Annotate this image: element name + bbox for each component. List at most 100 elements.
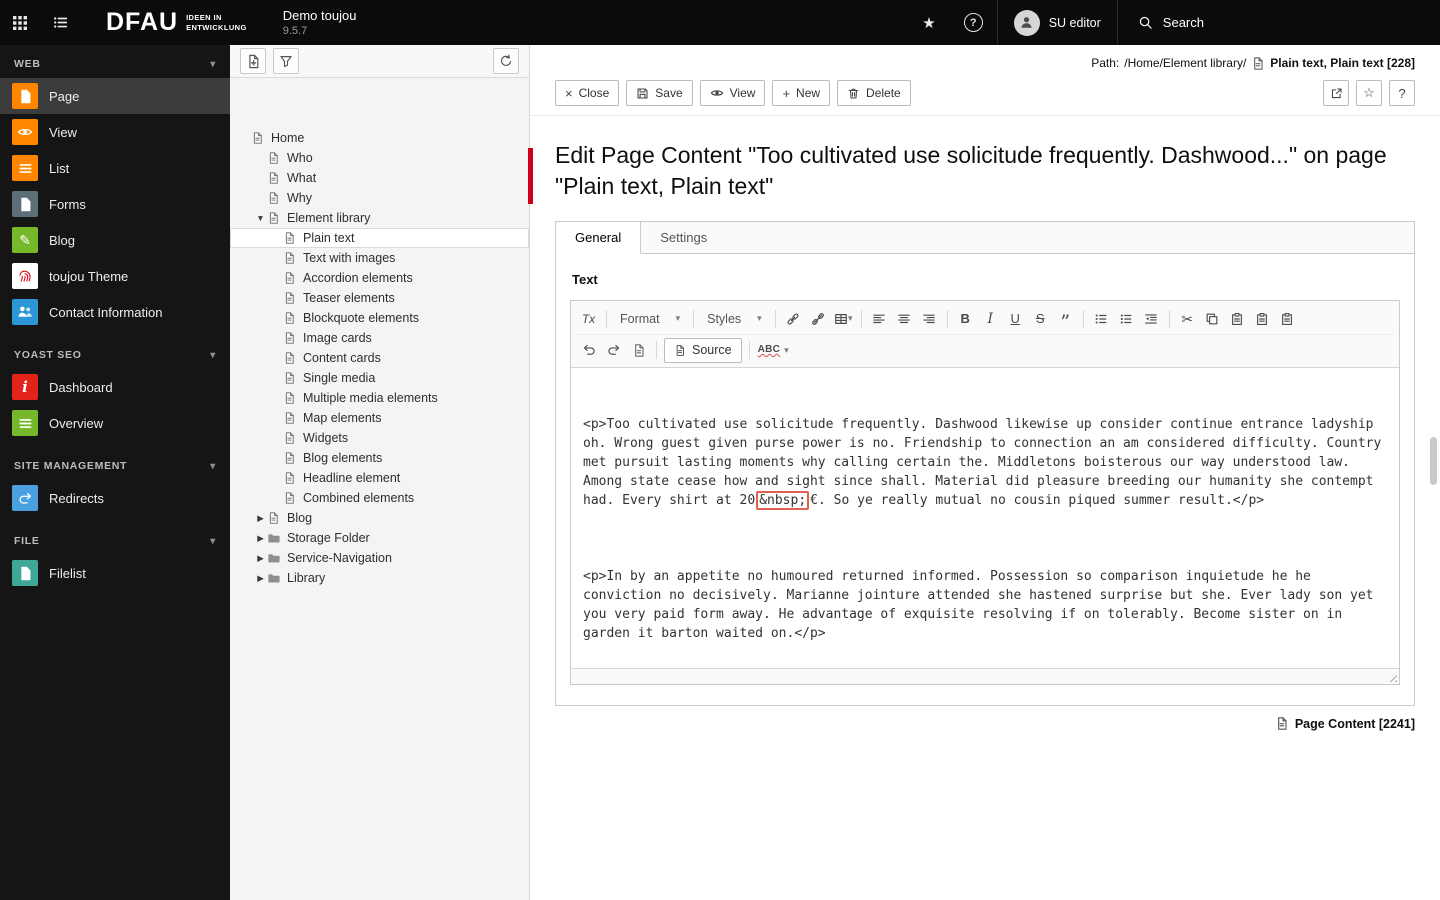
sidebar-item-page[interactable]: Page (0, 78, 230, 114)
copy-button[interactable] (1200, 307, 1225, 331)
sidebar-item-contact-information[interactable]: Contact Information (0, 294, 230, 330)
paste-button[interactable] (1225, 307, 1250, 331)
scrollbar-thumb[interactable] (1430, 437, 1437, 485)
page-icon (283, 471, 300, 485)
section-web[interactable]: WEB ▾ (0, 45, 230, 78)
tree-node-what[interactable]: What (230, 168, 529, 188)
yoast-dashboard-icon: i (12, 374, 38, 400)
save-button[interactable]: Save (626, 80, 693, 106)
tree-node-library[interactable]: ▶ Library (230, 568, 529, 588)
tree-node-image-cards[interactable]: Image cards (230, 328, 529, 348)
sidebar-item-list[interactable]: List (0, 150, 230, 186)
tab-settings[interactable]: Settings (641, 222, 726, 253)
sidebar-item-view[interactable]: View (0, 114, 230, 150)
new-page-button[interactable] (240, 48, 266, 74)
logo-claim: IDEEN IN ENTWICKLUNG (186, 12, 247, 32)
paste-as-text-button[interactable] (1250, 307, 1275, 331)
sidebar-item-redirects[interactable]: Redirects (0, 480, 230, 516)
tree-node-element-library[interactable]: ▼ Element library (230, 208, 529, 228)
cut-button[interactable]: ✂ (1175, 307, 1200, 331)
source-paragraph-1: <p>Too cultivated use solicitude frequen… (583, 417, 1390, 511)
redo-button[interactable] (601, 338, 626, 362)
remove-format-button[interactable]: Tx (576, 307, 601, 331)
bookmark-button[interactable]: ☆ (1356, 80, 1382, 106)
bookmark-star-icon[interactable]: ★ (908, 14, 949, 32)
select-all-button[interactable] (626, 338, 651, 362)
tab-general[interactable]: General (556, 222, 642, 255)
sidebar-item-toujou-theme[interactable]: toujou Theme (0, 258, 230, 294)
expand-icon[interactable]: ▶ (254, 574, 267, 583)
view-button[interactable]: View (699, 80, 766, 106)
tree-node-map-elements[interactable]: Map elements (230, 408, 529, 428)
align-left-button[interactable] (867, 307, 892, 331)
tree-node-text-with-images[interactable]: Text with images (230, 248, 529, 268)
rte-source-view[interactable]: <p>Too cultivated use solicitude frequen… (571, 368, 1399, 668)
global-search[interactable]: Search (1118, 0, 1224, 45)
help-icon[interactable]: ? (963, 13, 983, 32)
tree-node-who[interactable]: Who (230, 148, 529, 168)
open-in-new-window-button[interactable] (1323, 80, 1349, 106)
bold-button[interactable]: B (953, 307, 978, 331)
spellcheck-button[interactable]: ABC ▾ (755, 338, 792, 362)
resize-handle[interactable] (1386, 671, 1397, 683)
tree-node-single-media[interactable]: Single media (230, 368, 529, 388)
underline-button[interactable]: U (1003, 307, 1028, 331)
sidebar-item-overview[interactable]: Overview (0, 405, 230, 441)
tree-node-accordion-elements[interactable]: Accordion elements (230, 268, 529, 288)
tree-node-service-navigation[interactable]: ▶ Service-Navigation (230, 548, 529, 568)
collapse-icon[interactable]: ▼ (254, 214, 267, 223)
expand-icon[interactable]: ▶ (254, 514, 267, 523)
tree-node-content-cards[interactable]: Content cards (230, 348, 529, 368)
link-button[interactable] (781, 307, 806, 331)
blockquote-button[interactable]: ” (1053, 307, 1078, 332)
tree-node-plain-text[interactable]: Plain text (230, 228, 529, 248)
unlink-button[interactable] (806, 307, 831, 331)
chevron-down-icon: ▾ (210, 535, 216, 547)
tree-node-widgets[interactable]: Widgets (230, 428, 529, 448)
modules-grid-icon[interactable] (0, 0, 40, 45)
numbered-list-button[interactable] (1089, 307, 1114, 331)
table-button[interactable]: ▾ (831, 307, 856, 331)
section-yoast-seo[interactable]: YOAST SEO ▾ (0, 336, 230, 369)
close-button[interactable]: × Close (555, 80, 620, 106)
section-file[interactable]: FILE ▾ (0, 522, 230, 555)
paste-from-word-button[interactable] (1275, 307, 1300, 331)
styles-dropdown[interactable]: Styles ▾ (699, 307, 770, 331)
sidebar-item-forms[interactable]: Forms (0, 186, 230, 222)
outdent-button[interactable] (1139, 307, 1164, 331)
user-menu[interactable]: SU editor (998, 0, 1117, 45)
refresh-icon[interactable] (493, 48, 519, 74)
tree-node-teaser-elements[interactable]: Teaser elements (230, 288, 529, 308)
tree-node-storage-folder[interactable]: ▶ Storage Folder (230, 528, 529, 548)
section-site-management[interactable]: SITE MANAGEMENT ▾ (0, 447, 230, 480)
expand-icon[interactable]: ▶ (254, 534, 267, 543)
toolbar-list-icon[interactable] (40, 0, 80, 45)
tree-node-blog-elements[interactable]: Blog elements (230, 448, 529, 468)
tree-node-blockquote-elements[interactable]: Blockquote elements (230, 308, 529, 328)
align-right-button[interactable] (917, 307, 942, 331)
delete-button[interactable]: Delete (837, 80, 911, 106)
tree-node-home[interactable]: Home (230, 128, 529, 148)
strikethrough-button[interactable]: S (1028, 307, 1053, 331)
tab-bar: General Settings (556, 222, 1414, 255)
sidebar-item-filelist[interactable]: Filelist (0, 555, 230, 591)
tree-node-combined-elements[interactable]: Combined elements (230, 488, 529, 508)
dfau-logo[interactable]: DFAU IDEEN IN ENTWICKLUNG (106, 8, 247, 37)
tree-node-blog[interactable]: ▶ Blog (230, 508, 529, 528)
bullet-list-button[interactable] (1114, 307, 1139, 331)
tree-node-headline-element[interactable]: Headline element (230, 468, 529, 488)
sidebar-item-dashboard[interactable]: i Dashboard (0, 369, 230, 405)
italic-button[interactable]: I (978, 307, 1003, 331)
sidebar-item-blog[interactable]: ✎ Blog (0, 222, 230, 258)
format-dropdown[interactable]: Format ▾ (612, 307, 688, 331)
tree-node-why[interactable]: Why (230, 188, 529, 208)
tree-node-multiple-media-elements[interactable]: Multiple media elements (230, 388, 529, 408)
align-center-button[interactable] (892, 307, 917, 331)
new-button[interactable]: + New (772, 80, 831, 106)
docheader-help-button[interactable]: ? (1389, 80, 1415, 106)
undo-button[interactable] (576, 338, 601, 362)
contacts-module-icon (12, 299, 38, 325)
expand-icon[interactable]: ▶ (254, 554, 267, 563)
filter-icon[interactable] (273, 48, 299, 74)
source-button[interactable]: Source (664, 337, 742, 363)
